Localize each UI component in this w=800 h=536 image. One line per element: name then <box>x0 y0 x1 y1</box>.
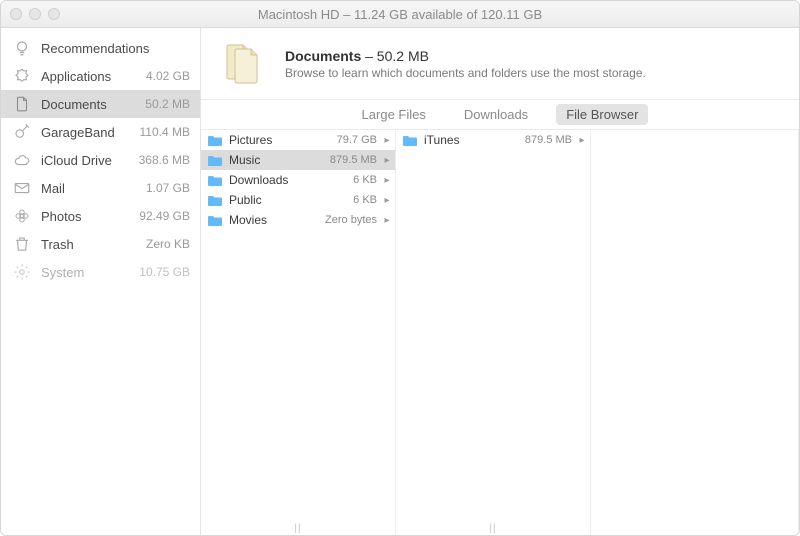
sidebar-item-trash[interactable]: Trash Zero KB <box>1 230 200 258</box>
folder-icon <box>207 134 223 147</box>
sidebar-item-garageband[interactable]: GarageBand 110.4 MB <box>1 118 200 146</box>
column-resize-handle[interactable]: || <box>489 523 496 534</box>
sidebar-item-documents[interactable]: Documents 50.2 MB <box>1 90 200 118</box>
folder-row[interactable]: Public 6 KB ▸ <box>201 190 395 210</box>
chevron-right-icon: ▸ <box>383 155 391 166</box>
category-header: Documents – 50.2 MB Browse to learn whic… <box>201 28 799 100</box>
sidebar-item-size: 1.07 GB <box>146 181 190 195</box>
category-title: Documents – 50.2 MB <box>285 48 646 64</box>
sidebar-item-label: GarageBand <box>41 125 130 140</box>
chevron-right-icon: ▸ <box>383 175 391 186</box>
sidebar-item-applications[interactable]: Applications 4.02 GB <box>1 62 200 90</box>
folder-row[interactable]: iTunes 879.5 MB ▸ <box>396 130 590 150</box>
window-title: Macintosh HD – 11.24 GB available of 120… <box>1 7 799 22</box>
sidebar-item-size: 92.49 GB <box>139 209 190 223</box>
browser-column-2[interactable]: iTunes 879.5 MB ▸ || <box>396 130 591 535</box>
sidebar-item-label: System <box>41 265 129 280</box>
sidebar-item-size: 368.6 MB <box>139 153 190 167</box>
folder-name: Downloads <box>229 173 347 187</box>
chevron-right-icon: ▸ <box>383 215 391 226</box>
sidebar-item-label: Mail <box>41 181 136 196</box>
tab-large-files[interactable]: Large Files <box>352 104 436 125</box>
folder-size: Zero bytes <box>325 214 377 226</box>
folder-icon <box>207 174 223 187</box>
folder-icon <box>207 214 223 227</box>
view-tabs: Large Files Downloads File Browser <box>201 100 799 130</box>
sidebar-item-label: iCloud Drive <box>41 153 129 168</box>
sidebar: Recommendations Applications 4.02 GB Doc… <box>1 28 201 535</box>
folder-row[interactable]: Downloads 6 KB ▸ <box>201 170 395 190</box>
documents-large-icon <box>219 39 269 89</box>
folder-name: Public <box>229 193 347 207</box>
zoom-icon[interactable] <box>48 8 60 20</box>
folder-size: 6 KB <box>353 174 377 186</box>
sidebar-item-label: Applications <box>41 69 136 84</box>
folder-name: Movies <box>229 213 319 227</box>
sidebar-item-label: Recommendations <box>41 41 180 56</box>
folder-size: 6 KB <box>353 194 377 206</box>
browser-column-3[interactable] <box>591 130 799 535</box>
sidebar-item-size: 50.2 MB <box>145 97 190 111</box>
category-subtitle: Browse to learn which documents and fold… <box>285 66 646 80</box>
window-controls <box>10 8 60 20</box>
tab-downloads[interactable]: Downloads <box>454 104 538 125</box>
sidebar-item-label: Documents <box>41 97 135 112</box>
sidebar-item-recommendations[interactable]: Recommendations <box>1 34 200 62</box>
sidebar-item-size: Zero KB <box>146 237 190 251</box>
documents-icon <box>13 95 31 113</box>
chevron-right-icon: ▸ <box>383 135 391 146</box>
sidebar-item-size: 110.4 MB <box>140 125 190 139</box>
folder-icon <box>207 194 223 207</box>
folder-name: Pictures <box>229 133 331 147</box>
folder-row[interactable]: Movies Zero bytes ▸ <box>201 210 395 230</box>
photos-icon <box>13 207 31 225</box>
sidebar-item-icloud[interactable]: iCloud Drive 368.6 MB <box>1 146 200 174</box>
storage-management-window: Macintosh HD – 11.24 GB available of 120… <box>0 0 800 536</box>
close-icon[interactable] <box>10 8 22 20</box>
sidebar-item-size: 10.75 GB <box>139 265 190 279</box>
applications-icon <box>13 67 31 85</box>
sidebar-item-label: Photos <box>41 209 129 224</box>
folder-name: iTunes <box>424 133 519 147</box>
chevron-right-icon: ▸ <box>383 195 391 206</box>
folder-size: 79.7 GB <box>337 134 377 146</box>
gear-icon <box>13 263 31 281</box>
sidebar-item-system[interactable]: System 10.75 GB <box>1 258 200 286</box>
folder-icon <box>207 154 223 167</box>
folder-size: 879.5 MB <box>330 154 377 166</box>
garageband-icon <box>13 123 31 141</box>
lightbulb-icon <box>13 39 31 57</box>
folder-row[interactable]: Pictures 79.7 GB ▸ <box>201 130 395 150</box>
trash-icon <box>13 235 31 253</box>
sidebar-item-label: Trash <box>41 237 136 252</box>
titlebar[interactable]: Macintosh HD – 11.24 GB available of 120… <box>1 1 799 28</box>
chevron-right-icon: ▸ <box>578 135 586 146</box>
main-panel: Documents – 50.2 MB Browse to learn whic… <box>201 28 799 535</box>
folder-row[interactable]: Music 879.5 MB ▸ <box>201 150 395 170</box>
browser-column-1[interactable]: Pictures 79.7 GB ▸ Music 879.5 MB ▸ Down… <box>201 130 396 535</box>
category-header-text: Documents – 50.2 MB Browse to learn whic… <box>285 48 646 80</box>
sidebar-item-photos[interactable]: Photos 92.49 GB <box>1 202 200 230</box>
sidebar-item-size: 4.02 GB <box>146 69 190 83</box>
column-resize-handle[interactable]: || <box>294 523 301 534</box>
minimize-icon[interactable] <box>29 8 41 20</box>
folder-size: 879.5 MB <box>525 134 572 146</box>
mail-icon <box>13 179 31 197</box>
sidebar-item-mail[interactable]: Mail 1.07 GB <box>1 174 200 202</box>
column-browser: Pictures 79.7 GB ▸ Music 879.5 MB ▸ Down… <box>201 130 799 535</box>
folder-name: Music <box>229 153 324 167</box>
cloud-icon <box>13 151 31 169</box>
folder-icon <box>402 134 418 147</box>
window-body: Recommendations Applications 4.02 GB Doc… <box>1 28 799 535</box>
tab-file-browser[interactable]: File Browser <box>556 104 648 125</box>
